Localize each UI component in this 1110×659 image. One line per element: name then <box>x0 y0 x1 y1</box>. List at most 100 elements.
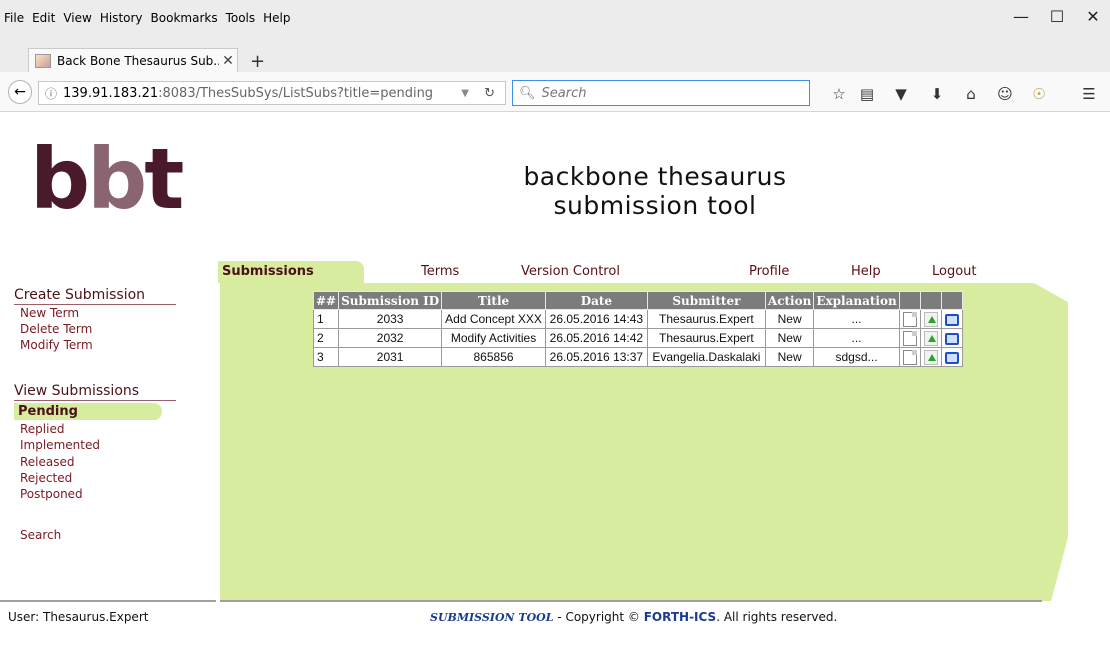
row-explanation[interactable]: ... <box>813 328 900 348</box>
nav-help[interactable]: Help <box>851 264 881 279</box>
footer-rights-text: . All rights reserved. <box>716 610 838 624</box>
row-action: New <box>764 309 815 329</box>
message-icon[interactable] <box>944 332 959 345</box>
extension-icon[interactable]: ☉ <box>1030 85 1048 103</box>
menu-tools[interactable]: Tools <box>226 11 256 25</box>
sidebar-item-implemented[interactable]: Implemented <box>20 438 100 452</box>
pocket-icon[interactable]: ▼ <box>892 85 910 103</box>
nav-terms[interactable]: Terms <box>421 264 459 279</box>
create-submission-heading: Create Submission <box>14 287 176 305</box>
nav-logout[interactable]: Logout <box>932 264 977 279</box>
sidebar-item-new-term[interactable]: New Term <box>20 306 79 320</box>
bbt-logo: bbt <box>30 137 184 221</box>
sidebar-item-rejected[interactable]: Rejected <box>20 471 72 485</box>
view-cell <box>898 347 921 367</box>
home-icon[interactable]: ⌂ <box>962 85 980 103</box>
logo-letter-b1: b <box>30 130 90 228</box>
view-document-icon[interactable] <box>902 349 917 365</box>
message-cell <box>940 309 963 329</box>
view-document-icon[interactable] <box>902 311 917 327</box>
logo-letter-t: t <box>144 130 184 228</box>
col-number: ## <box>312 291 340 310</box>
browser-tab[interactable]: Back Bone Thesaurus Sub... ✕ <box>28 48 238 72</box>
upload-arrow-icon[interactable] <box>923 349 938 365</box>
row-submission-id: 2031 <box>338 347 443 367</box>
url-bar[interactable]: ⓘ 139.91.183.21:8083/ThesSubSys/ListSubs… <box>38 81 506 105</box>
page-content: bbt backbone thesaurus submission tool S… <box>0 113 1110 659</box>
navigation-toolbar: ← ⓘ 139.91.183.21:8083/ThesSubSys/ListSu… <box>0 72 1110 112</box>
search-input[interactable] <box>539 84 800 102</box>
url-dropdown-icon[interactable]: ▼ <box>461 88 469 99</box>
reply-cell <box>919 328 942 348</box>
menu-bookmarks[interactable]: Bookmarks <box>151 11 218 25</box>
bookmarks-library-icon[interactable]: ▤ <box>858 85 876 103</box>
view-document-icon[interactable] <box>902 330 917 346</box>
logo-letter-b2: b <box>87 130 147 228</box>
table-row[interactable]: 2 2032 Modify Activities 26.05.2016 14:4… <box>312 328 963 348</box>
message-cell <box>940 328 963 348</box>
col-reply <box>919 291 942 310</box>
url-path: :8083/ThesSubSys/ListSubs?title=pending <box>158 85 434 101</box>
row-number: 1 <box>312 309 340 329</box>
col-submission-id: Submission ID <box>338 291 443 310</box>
favicon-icon <box>35 53 51 68</box>
new-tab-button[interactable]: + <box>250 51 265 72</box>
row-date: 26.05.2016 14:43 <box>544 309 648 329</box>
menu-history[interactable]: History <box>100 11 143 25</box>
upload-arrow-icon[interactable] <box>923 311 938 327</box>
tab-strip: Back Bone Thesaurus Sub... ✕ <box>0 32 1110 72</box>
menu-edit[interactable]: Edit <box>32 11 55 25</box>
message-icon[interactable] <box>944 313 959 326</box>
close-window-button[interactable]: ✕ <box>1078 6 1108 28</box>
tab-close-icon[interactable]: ✕ <box>219 53 237 69</box>
row-submitter: Evangelia.Daskalaki <box>646 347 766 367</box>
sidebar-item-postponed[interactable]: Postponed <box>20 487 83 501</box>
top-navigation: Submissions Terms Version Control Profil… <box>0 261 1110 283</box>
row-explanation[interactable]: ... <box>813 309 900 329</box>
footer-copyright-text: - Copyright © <box>553 610 644 624</box>
reply-cell <box>919 347 942 367</box>
view-submissions-heading: View Submissions <box>14 383 176 401</box>
sidebar-item-pending[interactable]: Pending <box>14 403 162 420</box>
search-box[interactable]: 🔍︎ <box>512 80 810 106</box>
nav-version-control[interactable]: Version Control <box>521 264 620 279</box>
message-icon[interactable] <box>944 351 959 364</box>
nav-profile[interactable]: Profile <box>749 264 789 279</box>
sidebar-item-delete-term[interactable]: Delete Term <box>20 322 92 336</box>
hamburger-menu-icon[interactable]: ☰ <box>1080 85 1098 103</box>
row-title: Modify Activities <box>441 328 546 348</box>
sidebar-item-released[interactable]: Released <box>20 455 75 469</box>
url-host: 139.91.183.21 <box>63 85 159 101</box>
sidebar-item-search[interactable]: Search <box>20 528 61 542</box>
table-row[interactable]: 1 2033 Add Concept XXX 26.05.2016 14:43 … <box>312 309 963 329</box>
maximize-button[interactable]: ☐ <box>1042 6 1072 28</box>
reload-icon[interactable]: ↻ <box>484 86 495 101</box>
table-header-row: ## Submission ID Title Date Submitter Ac… <box>312 291 963 310</box>
download-icon[interactable]: ⬇ <box>928 85 946 103</box>
row-title: 865856 <box>441 347 546 367</box>
row-submitter: Thesaurus.Expert <box>646 328 766 348</box>
col-explanation: Explanation <box>813 291 900 310</box>
menu-help[interactable]: Help <box>263 11 290 25</box>
info-icon[interactable]: ⓘ <box>45 85 57 102</box>
row-date: 26.05.2016 13:37 <box>544 347 648 367</box>
app-title: backbone thesaurus submission tool <box>430 162 880 221</box>
row-action: New <box>764 347 815 367</box>
row-submission-id: 2033 <box>338 309 443 329</box>
app-title-line2: submission tool <box>553 190 757 220</box>
menu-view[interactable]: View <box>63 11 91 25</box>
chat-icon[interactable]: ☺ <box>996 85 1014 103</box>
minimize-button[interactable]: — <box>1006 6 1036 28</box>
footer-tool-name: SUBMISSION TOOL <box>430 611 554 624</box>
row-explanation[interactable]: sdgsd... <box>813 347 900 367</box>
message-cell <box>940 347 963 367</box>
sidebar-item-modify-term[interactable]: Modify Term <box>20 338 93 352</box>
nav-submissions[interactable]: Submissions <box>218 261 364 283</box>
reply-cell <box>919 309 942 329</box>
sidebar-item-replied[interactable]: Replied <box>20 422 64 436</box>
bookmark-star-icon[interactable]: ☆ <box>830 85 848 103</box>
upload-arrow-icon[interactable] <box>923 330 938 346</box>
menu-file[interactable]: File <box>4 11 24 25</box>
back-arrow-icon[interactable]: ← <box>8 80 32 104</box>
table-row[interactable]: 3 2031 865856 26.05.2016 13:37 Evangelia… <box>312 347 963 367</box>
